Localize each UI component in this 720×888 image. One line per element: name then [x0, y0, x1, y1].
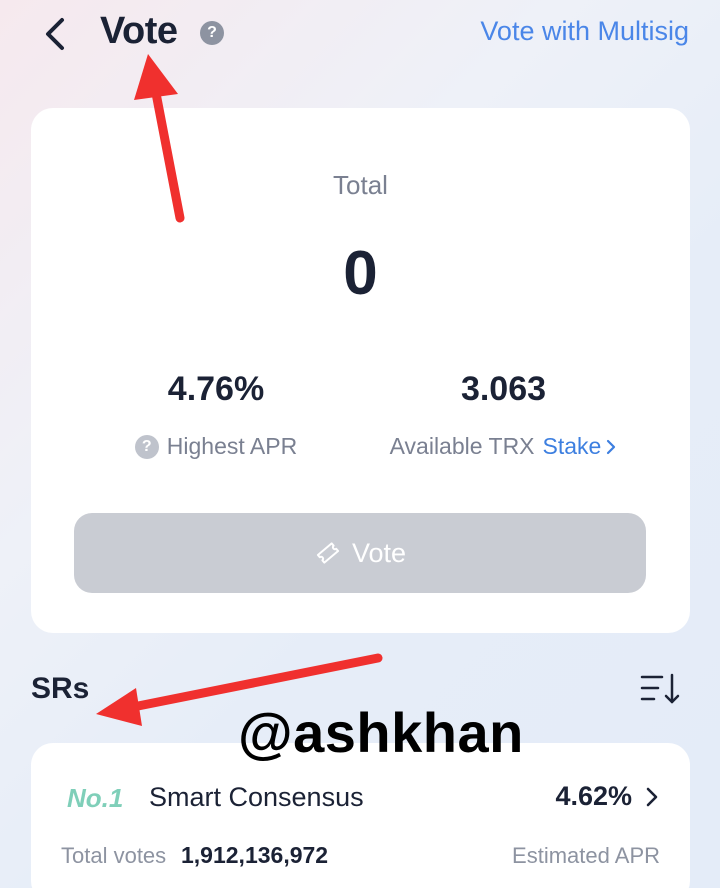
- stake-label: Stake: [542, 433, 602, 459]
- chevron-right-icon: [607, 439, 616, 454]
- total-value: 0: [343, 239, 378, 308]
- total-votes-value: 1,912,136,972: [181, 842, 329, 868]
- total-label: Total: [333, 170, 388, 200]
- question-circle-icon[interactable]: ?: [200, 21, 224, 45]
- vote-with-multisig-link[interactable]: Vote with Multisig: [480, 16, 689, 47]
- stake-link[interactable]: Stake: [543, 433, 618, 460]
- page-title: Vote: [100, 10, 178, 52]
- ticket-icon: [316, 542, 340, 564]
- highest-apr-stat: 4.76% ? Highest APR: [31, 370, 401, 460]
- sort-icon: [640, 673, 680, 704]
- header: Vote ? Vote with Multisig: [0, 0, 720, 72]
- vote-button-label: Vote: [351, 537, 407, 568]
- sr-name: Smart Consensus: [149, 782, 364, 812]
- highest-apr-value: 4.76%: [167, 370, 265, 408]
- sr-rank: No.1: [67, 783, 124, 813]
- available-trx-value: 3.063: [460, 370, 547, 408]
- back-button[interactable]: [38, 14, 74, 54]
- estimated-apr-label: Estimated APR: [512, 843, 660, 868]
- watermark-text: @ashkhan: [238, 701, 524, 764]
- total-votes-label: Total votes: [61, 843, 167, 868]
- sr-apr: 4.62%: [555, 781, 632, 811]
- available-trx-label: Available TRX: [389, 433, 535, 459]
- chevron-left-icon: [46, 18, 64, 50]
- available-trx-stat: 3.063 Available TRX Stake: [361, 370, 646, 460]
- vote-summary-card: Total 0 4.76% ? Highest APR 3.063 Availa…: [31, 108, 690, 633]
- vote-button[interactable]: Vote: [74, 513, 646, 593]
- sort-button[interactable]: [640, 672, 680, 706]
- chevron-right-icon: [646, 787, 658, 807]
- highest-apr-label: Highest APR: [166, 433, 298, 459]
- srs-section-title: SRs: [31, 672, 90, 705]
- question-circle-icon[interactable]: ?: [134, 434, 159, 459]
